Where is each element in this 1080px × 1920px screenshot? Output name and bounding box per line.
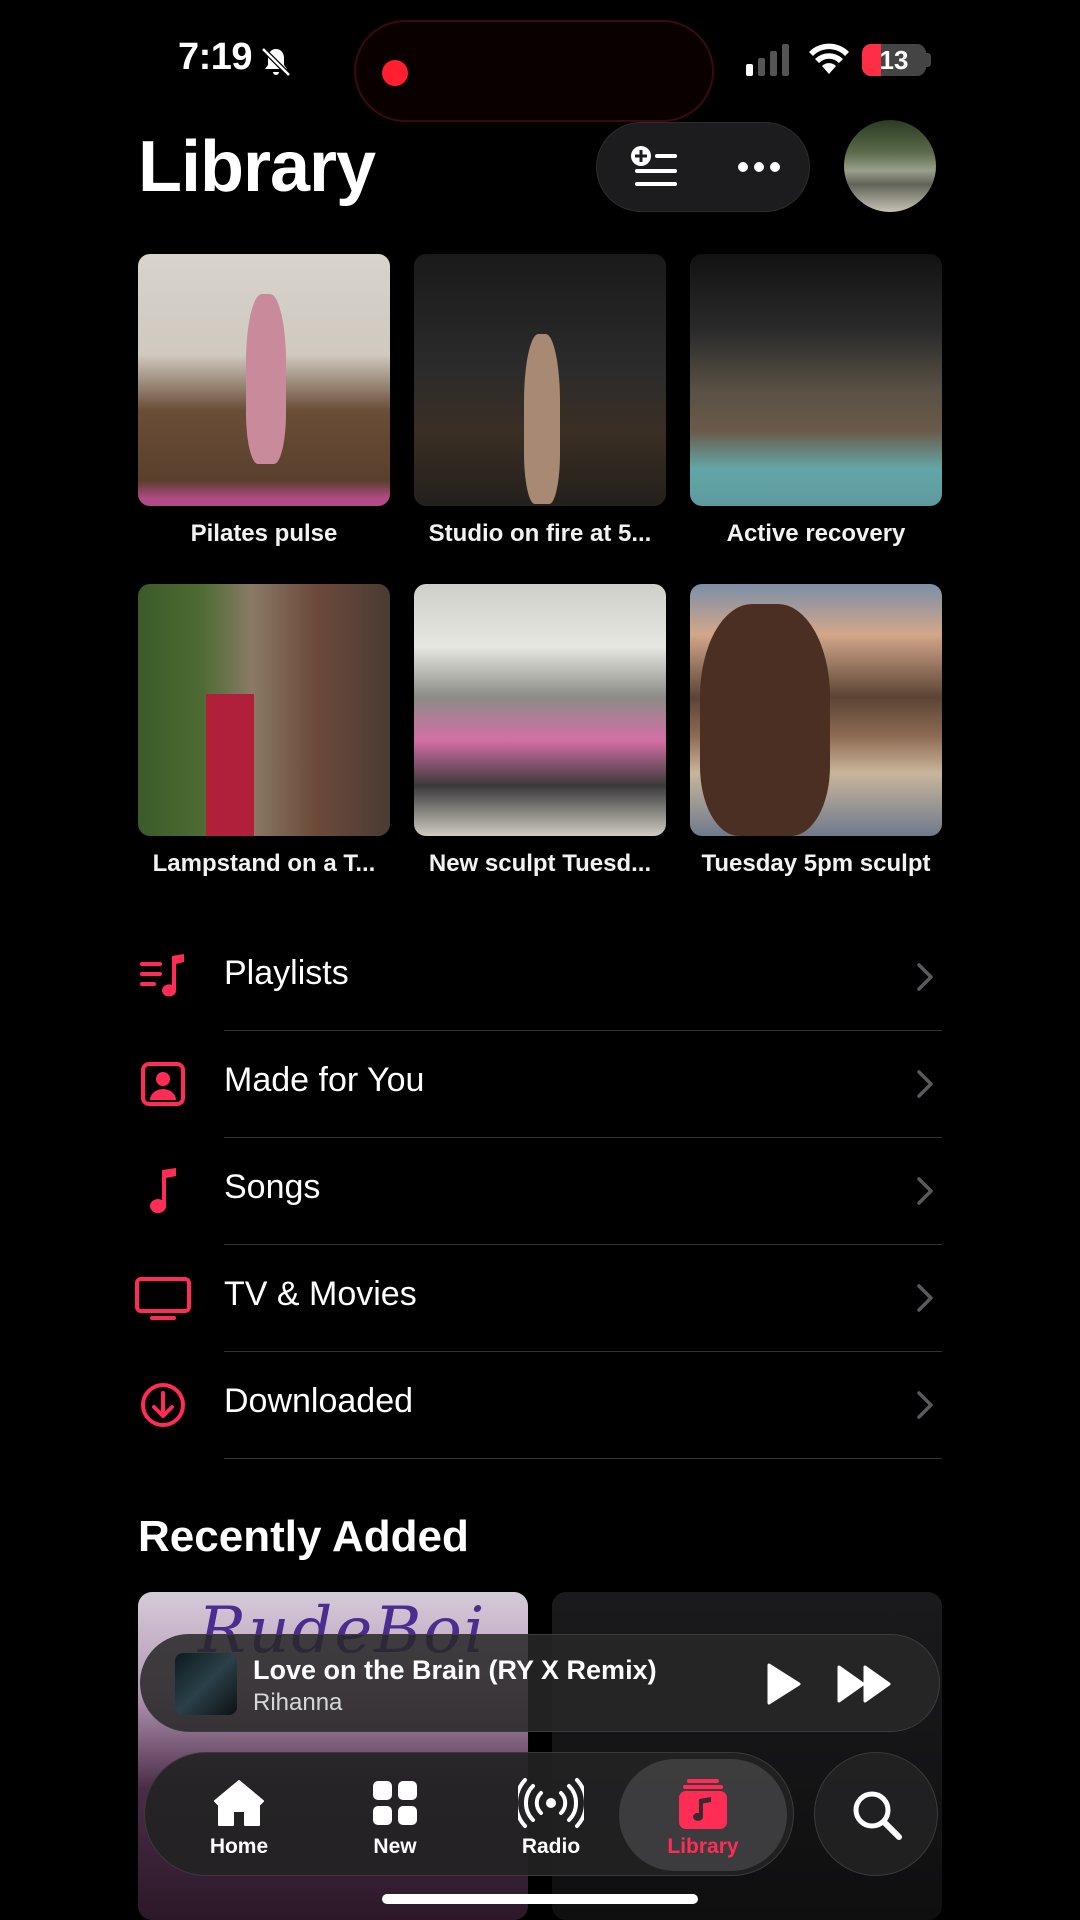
tab-label: New: [373, 1835, 417, 1858]
grid-item-label: Tuesday 5pm sculpt: [701, 850, 931, 877]
grid-item-1[interactable]: Pilates pulse: [138, 254, 390, 548]
battery-icon: 13: [862, 44, 926, 76]
menu-row-label: Made for You: [224, 1061, 425, 1099]
tab-bar: Home New Radio Library: [144, 1752, 794, 1876]
grid-item-label: New sculpt Tuesd...: [428, 850, 652, 877]
now-playing-title: Love on the Brain (RY X Remix): [253, 1655, 657, 1685]
profile-avatar[interactable]: [844, 120, 936, 212]
grid-item-6[interactable]: Tuesday 5pm sculpt: [690, 584, 942, 878]
silent-bell-icon: [261, 47, 291, 77]
menu-row-playlists[interactable]: Playlists: [138, 924, 942, 1031]
radio-waves-icon: [518, 1778, 584, 1828]
grid-item-4[interactable]: Lampstand on a T...: [138, 584, 390, 878]
mini-player[interactable]: Love on the Brain (RY X Remix) Rihanna: [140, 1634, 940, 1732]
grid-thumbnail: [414, 584, 666, 836]
download-circle-icon: [141, 1383, 185, 1427]
recording-indicator: [382, 60, 408, 86]
music-library-icon: [679, 1779, 727, 1829]
battery-tip: [926, 53, 931, 67]
search-icon: [853, 1791, 902, 1840]
home-indicator: [382, 1894, 698, 1904]
grid-item-2[interactable]: Studio on fire at 5...: [414, 254, 666, 548]
header-actions: [596, 122, 810, 212]
chevron-right-icon: [917, 1391, 933, 1419]
tab-new[interactable]: New: [317, 1753, 473, 1877]
cellular-signal-icon: [746, 44, 789, 76]
ellipsis-icon: [738, 162, 780, 172]
grid-item-label: Lampstand on a T...: [152, 850, 376, 877]
tab-radio[interactable]: Radio: [473, 1753, 629, 1877]
grid-thumbnail: [690, 254, 942, 506]
more-options-button[interactable]: [709, 123, 809, 213]
grid-thumbnail: [138, 584, 390, 836]
battery-percent: 13: [879, 45, 909, 75]
status-time: 7:19: [178, 36, 253, 78]
chevron-right-icon: [917, 1070, 933, 1098]
grid-item-label: Pilates pulse: [190, 520, 338, 547]
tab-home[interactable]: Home: [161, 1753, 317, 1877]
now-playing-artwork: [175, 1653, 237, 1715]
tv-icon: [135, 1277, 191, 1320]
menu-row-tv-movies[interactable]: TV & Movies: [135, 1245, 942, 1352]
section-title: Recently Added: [138, 1512, 469, 1561]
grid-item-5[interactable]: New sculpt Tuesd...: [414, 584, 666, 878]
dynamic-island: [354, 20, 714, 122]
page-title: Library: [138, 127, 376, 207]
grid-thumbnail: [138, 254, 390, 506]
add-list-icon: [631, 146, 677, 186]
fast-forward-button[interactable]: [835, 1661, 895, 1707]
chevron-right-icon: [917, 963, 933, 991]
divider: [224, 1458, 942, 1459]
music-note-icon: [150, 1168, 176, 1214]
chevron-right-icon: [917, 1177, 933, 1205]
grid-thumbnail: [414, 254, 666, 506]
chevron-right-icon: [917, 1284, 933, 1312]
tab-label: Library: [667, 1835, 739, 1858]
play-button[interactable]: [757, 1659, 807, 1709]
tab-label: Home: [209, 1835, 269, 1858]
tab-label: Radio: [521, 1835, 581, 1858]
grid-icon: [373, 1781, 417, 1825]
house-icon: [214, 1780, 264, 1826]
grid-item-label: Studio on fire at 5...: [428, 520, 652, 547]
add-to-library-button[interactable]: [605, 123, 705, 213]
menu-row-label: Songs: [224, 1168, 321, 1206]
status-bar: 7:19 13: [0, 0, 1080, 122]
menu-row-downloaded[interactable]: Downloaded: [138, 1352, 942, 1459]
playlists-icon: [140, 954, 184, 997]
menu-row-label: TV & Movies: [224, 1275, 417, 1313]
grid-item-3[interactable]: Active recovery: [690, 254, 942, 548]
menu-row-label: Playlists: [224, 954, 349, 992]
search-button[interactable]: [814, 1752, 938, 1876]
person-square-icon: [141, 1062, 185, 1106]
grid-thumbnail: [690, 584, 942, 836]
now-playing-artist: Rihanna: [253, 1689, 343, 1716]
wifi-icon: [809, 43, 849, 74]
grid-item-label: Active recovery: [726, 520, 906, 547]
menu-row-songs[interactable]: Songs: [138, 1138, 942, 1245]
tab-library[interactable]: Library: [619, 1759, 787, 1871]
menu-row-made-for-you[interactable]: Made for You: [138, 1031, 942, 1138]
menu-row-label: Downloaded: [224, 1382, 414, 1420]
